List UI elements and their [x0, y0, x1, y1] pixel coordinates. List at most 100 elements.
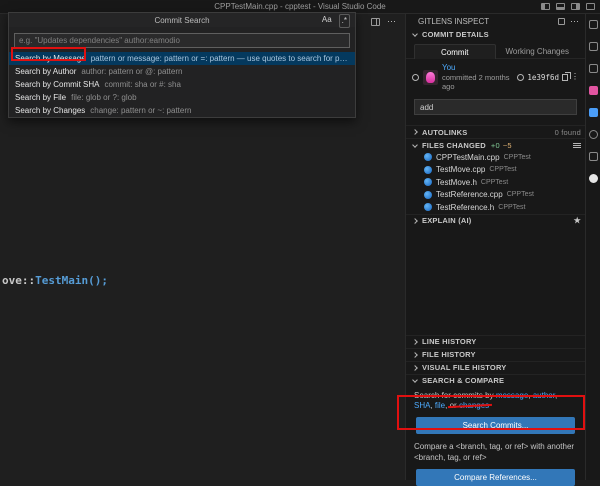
search-by-file-link[interactable]: file	[435, 401, 445, 410]
tab-commit[interactable]: Commit	[414, 44, 496, 59]
commit-details-tabs: Commit Working Changes	[406, 41, 585, 59]
compare-references-label: Compare References...	[454, 472, 537, 482]
code-segment: ove	[2, 274, 22, 287]
gitlens-icon[interactable]	[588, 86, 598, 95]
panel-header-actions: ⋯	[558, 16, 579, 26]
toggle-secondary-sidebar-icon[interactable]	[571, 3, 580, 10]
files-changed-section[interactable]: FILES CHANGED +0 ~5	[406, 138, 585, 151]
use-regex-icon[interactable]: .*	[338, 14, 350, 28]
search-icon[interactable]	[588, 20, 598, 29]
search-by-author-link[interactable]: author	[533, 391, 555, 400]
file-history-section[interactable]: FILE HISTORY	[406, 347, 585, 361]
commit-search-icon[interactable]	[412, 73, 419, 81]
cpp-file-icon	[424, 203, 432, 212]
tab-commit-label: Commit	[440, 47, 469, 57]
commit-icon	[517, 73, 525, 81]
commit-time: committed 2 months ago	[442, 73, 510, 91]
item-description: file: glob or ?: glob	[71, 93, 137, 102]
item-description: author: pattern or @: pattern	[81, 67, 183, 76]
testing-icon[interactable]	[588, 130, 598, 139]
view-as-tree-icon[interactable]	[573, 142, 581, 144]
autolinks-section[interactable]: AUTOLINKS 0 found	[406, 125, 585, 138]
toggle-sidebar-icon[interactable]	[541, 3, 550, 10]
compare-references-button[interactable]: Compare References...	[416, 468, 575, 486]
chevron-right-icon	[412, 129, 418, 135]
commit-message-box[interactable]: add	[414, 99, 577, 115]
panel-more-actions-icon[interactable]: ⋯	[570, 16, 579, 26]
chevron-right-icon	[412, 217, 418, 224]
quick-pick-item-search-by-changes[interactable]: Search by Changes change: pattern or ~: …	[9, 104, 355, 117]
intro-text: Search for commits by	[414, 390, 496, 400]
search-commits-button[interactable]: Search Commits...	[416, 417, 575, 435]
author-avatar[interactable]	[423, 69, 438, 85]
commit-details-header[interactable]: COMMIT DETAILS	[406, 28, 585, 41]
code-segment: TestMain	[35, 274, 89, 287]
match-case-icon[interactable]: Aa	[320, 14, 334, 28]
customize-layout-icon[interactable]	[586, 3, 595, 10]
file-row[interactable]: TestMove.h CPPTest	[406, 176, 585, 189]
commit-sha[interactable]: 1e39f6d	[527, 73, 559, 82]
file-name: TestReference.cpp	[436, 190, 503, 200]
file-name: TestMove.h	[436, 177, 477, 187]
remote-explorer-icon[interactable]	[588, 152, 598, 161]
search-by-message-link[interactable]: message	[496, 391, 528, 400]
quick-input-toolbar: Aa .*	[320, 14, 350, 28]
intro-text: ,	[554, 390, 558, 400]
commit-search-input[interactable]	[14, 33, 350, 48]
visual-file-history-section[interactable]: VISUAL FILE HISTORY	[406, 360, 585, 374]
extensions-icon[interactable]	[588, 108, 598, 117]
commit-details-title: COMMIT DETAILS	[422, 30, 489, 39]
editor-more-actions-icon[interactable]: ⋯	[387, 17, 396, 26]
split-editor-icon[interactable]	[371, 17, 380, 26]
copy-sha-icon[interactable]	[562, 71, 571, 81]
file-row[interactable]: TestReference.h CPPTest	[406, 201, 585, 214]
file-row[interactable]: CPPTestMain.cpp CPPTest	[406, 151, 585, 164]
tab-working-changes-label: Working Changes	[505, 46, 569, 56]
commit-meta: You committed 2 months ago	[442, 63, 513, 91]
file-folder: CPPTest	[503, 153, 531, 161]
file-history-title: FILE HISTORY	[422, 350, 476, 359]
quick-pick-item-search-by-sha[interactable]: Search by Commit SHA commit: sha or #: s…	[9, 78, 355, 91]
panel-header: GITLENS INSPECT ⋯	[406, 14, 585, 28]
commit-actions-icon[interactable]: ⋮	[571, 73, 579, 81]
item-label: Search by Commit SHA	[15, 80, 100, 89]
tab-working-changes[interactable]: Working Changes	[498, 44, 578, 58]
item-label: Search by Author	[15, 67, 77, 76]
chevron-down-icon	[412, 377, 418, 383]
chevron-right-icon	[412, 338, 418, 345]
commit-author-link[interactable]: You	[442, 63, 513, 72]
file-folder: CPPTest	[480, 178, 509, 186]
panel-spacer	[406, 227, 585, 335]
commit-sha-group: 1e39f6d ⋮	[517, 71, 579, 82]
item-label: Search by Changes	[15, 106, 86, 115]
file-row[interactable]: TestReference.cpp CPPTest	[406, 189, 585, 202]
item-label: Search by File	[15, 93, 67, 102]
search-compare-section[interactable]: SEARCH & COMPARE	[406, 373, 585, 387]
search-by-sha-link[interactable]: SHA	[414, 401, 430, 410]
source-control-icon[interactable]	[588, 42, 598, 51]
item-description: commit: sha or #: sha	[104, 80, 181, 89]
item-label: Search by Message	[15, 54, 86, 63]
file-row[interactable]: TestMove.cpp CPPTest	[406, 164, 585, 177]
autolinks-title: AUTOLINKS	[422, 127, 468, 137]
file-folder: CPPTest	[489, 166, 517, 174]
debug-icon[interactable]	[588, 64, 598, 73]
gitlens-inspect-panel: GITLENS INSPECT ⋯ COMMIT DETAILS Commit …	[405, 14, 585, 486]
commit-message: add	[420, 102, 434, 112]
files-modified-badge: ~5	[502, 140, 512, 150]
code-segment: ();	[88, 274, 108, 287]
explain-ai-title: EXPLAIN (AI)	[422, 216, 472, 225]
cpp-file-icon	[424, 153, 432, 162]
search-commits-label: Search Commits...	[462, 421, 529, 431]
search-compare-title: SEARCH & COMPARE	[422, 376, 505, 385]
account-icon[interactable]	[588, 174, 598, 183]
toggle-panel-icon[interactable]	[556, 3, 565, 10]
line-history-section[interactable]: LINE HISTORY	[406, 334, 585, 348]
quick-pick-item-search-by-file[interactable]: Search by File file: glob or ?: glob	[9, 91, 355, 104]
quick-pick-item-search-by-author[interactable]: Search by Author author: pattern or @: p…	[9, 65, 355, 78]
explain-ai-section[interactable]: EXPLAIN (AI) ★	[406, 213, 585, 227]
window-title: CPPTestMain.cpp - cpptest - Visual Studi…	[214, 2, 386, 11]
open-in-editor-icon[interactable]	[558, 17, 565, 25]
quick-pick-item-search-by-message[interactable]: Search by Message pattern or message: pa…	[9, 52, 355, 65]
chevron-right-icon	[412, 351, 418, 358]
